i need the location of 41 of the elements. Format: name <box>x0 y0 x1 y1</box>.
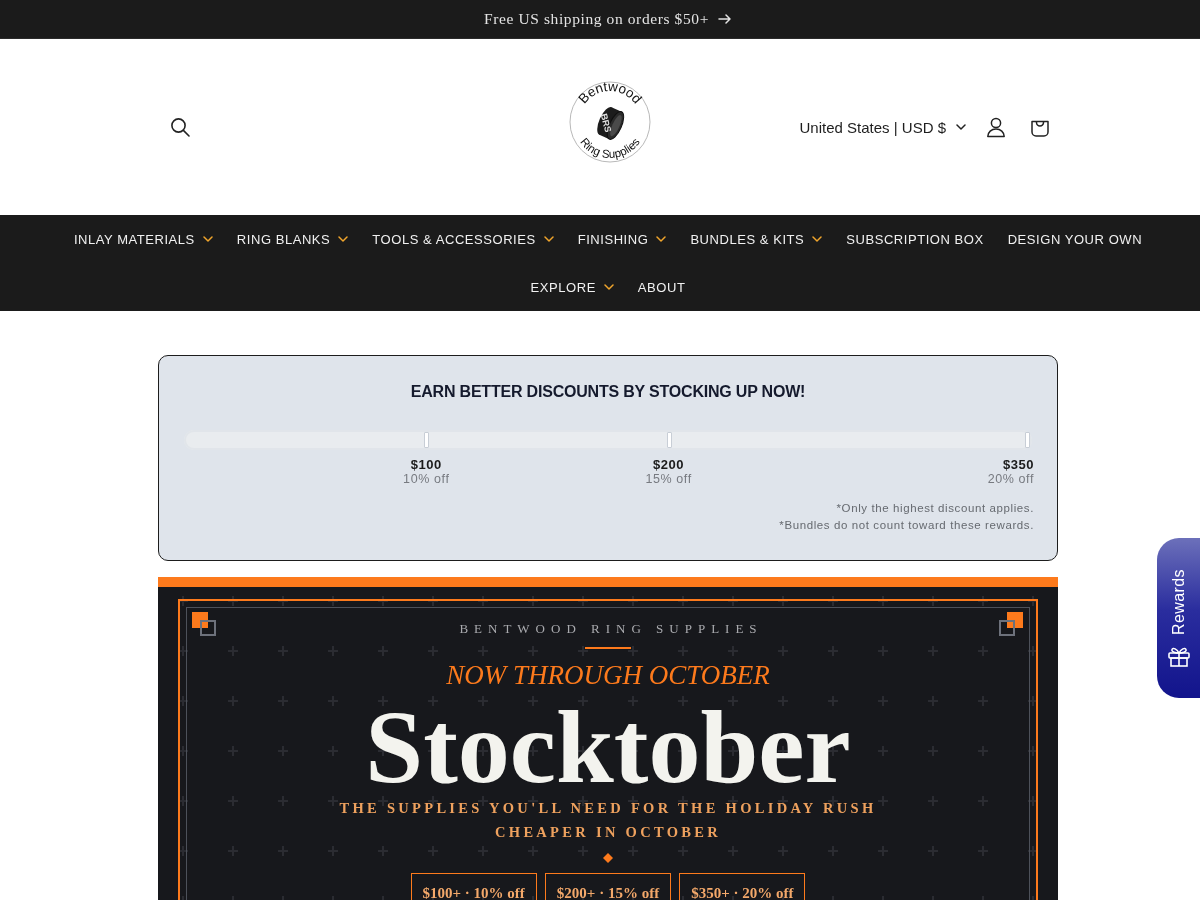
footnote: *Only the highest discount applies. <box>835 501 1034 516</box>
footnote: *Bundles do not count toward these rewards. <box>778 518 1034 533</box>
tier-discount: 20% off <box>987 472 1034 487</box>
menu-link[interactable]: BUNDLES & KITS <box>690 215 823 263</box>
rewards-button[interactable]: Rewards <box>1157 538 1200 698</box>
menu-link[interactable]: DESIGN YOUR OWN <box>1007 215 1143 263</box>
menu-link[interactable]: FINISHING <box>577 215 667 263</box>
chevron-down-icon <box>956 124 966 130</box>
tier-amount: $350 <box>1003 457 1034 472</box>
milestone-marker-icon <box>666 432 672 448</box>
banner-kicker: NOW THROUGH OCTOBER <box>446 659 770 691</box>
arrow-right-icon <box>717 14 732 24</box>
corner-squares-icon <box>192 612 216 636</box>
menu-link[interactable]: SUBSCRIPTION BOX <box>846 215 984 263</box>
engraving-text: BRS <box>598 112 614 134</box>
menu-link[interactable]: EXPLORE <box>530 263 614 311</box>
banner-title: Stocktober <box>365 697 851 797</box>
tier-discount: 15% off <box>645 472 692 487</box>
offer-tag: $100+ · 10% off <box>410 873 537 900</box>
tier-amount: $100 <box>410 457 442 472</box>
offer-tag: $350+ · 20% off <box>679 873 806 900</box>
ring-icon <box>597 107 625 140</box>
card-title: EARN BETTER DISCOUNTS BY STOCKING UP NOW! <box>409 382 807 402</box>
country-selector[interactable]: United States | USD $ <box>799 105 974 149</box>
person-icon <box>985 116 1007 138</box>
offer-tag: $200+ · 15% off <box>544 873 672 900</box>
tier-discount: 10% off <box>403 472 450 487</box>
logo-text: Bentwood <box>575 78 645 107</box>
corner-squares-icon <box>999 612 1023 636</box>
search-icon <box>170 117 190 137</box>
menu-link[interactable]: TOOLS & ACCESSORIES <box>372 215 554 263</box>
menu-link[interactable]: RING BLANKS <box>236 215 349 263</box>
diamond-icon <box>603 853 613 863</box>
milestone-marker-icon <box>424 432 430 448</box>
milestone-marker-icon <box>1025 432 1030 448</box>
tier-amount: $200 <box>653 457 684 472</box>
banner-subtitle: THE SUPPLIES YOU'LL NEED FOR THE HOLIDAY RUSH CHEAPER IN OCTOBER <box>338 799 878 842</box>
banner-eyebrow: BENTWOOD RING SUPPLIES <box>459 621 763 637</box>
menu-link[interactable]: ABOUT <box>637 263 686 311</box>
announcement-link[interactable]: Free US shipping on orders $50+ <box>484 10 732 28</box>
menu-link[interactable]: INLAY MATERIALS <box>73 215 213 263</box>
